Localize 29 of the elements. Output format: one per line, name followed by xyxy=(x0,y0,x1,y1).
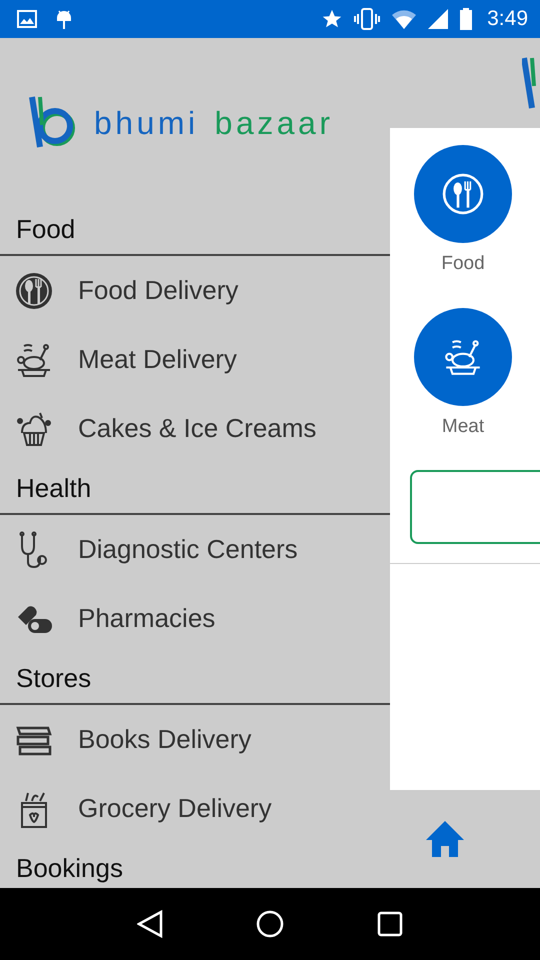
home-button-icon[interactable] xyxy=(256,910,284,938)
section-title: Food xyxy=(16,214,76,244)
back-icon[interactable] xyxy=(136,910,163,938)
section-title: Bookings xyxy=(16,852,123,884)
signal-icon xyxy=(427,8,450,30)
menu-item[interactable]: Pharmacies xyxy=(0,584,390,653)
cutlery-icon xyxy=(14,270,54,310)
category-label: Meat xyxy=(442,416,484,438)
menu-item[interactable]: Food Delivery xyxy=(0,256,390,325)
recent-apps-icon[interactable] xyxy=(377,911,404,937)
logo-text: bhumi xyxy=(94,104,199,142)
star-icon xyxy=(321,8,344,30)
vibrate-icon xyxy=(353,8,382,30)
home-icon[interactable] xyxy=(425,820,465,858)
menu-item[interactable]: Meat Delivery xyxy=(0,325,390,394)
wifi-icon xyxy=(391,9,418,29)
section-title: Stores xyxy=(16,662,92,694)
logo-text: bazaar xyxy=(214,104,334,142)
menu-item[interactable]: Diagnostic Centers xyxy=(0,515,390,584)
input-field[interactable] xyxy=(410,470,540,544)
menu-item[interactable]: Grocery Delivery xyxy=(0,774,390,843)
image-icon xyxy=(17,10,37,28)
battery-icon xyxy=(459,8,474,30)
menu-item[interactable]: Books Delivery xyxy=(0,705,390,774)
menu-item[interactable]: Cakes & Ice Creams xyxy=(0,394,390,463)
category-label: Food xyxy=(441,253,485,275)
section-title: Health xyxy=(16,472,92,504)
cutlery-icon xyxy=(442,173,484,215)
clock-time: 3:49 xyxy=(487,7,528,31)
